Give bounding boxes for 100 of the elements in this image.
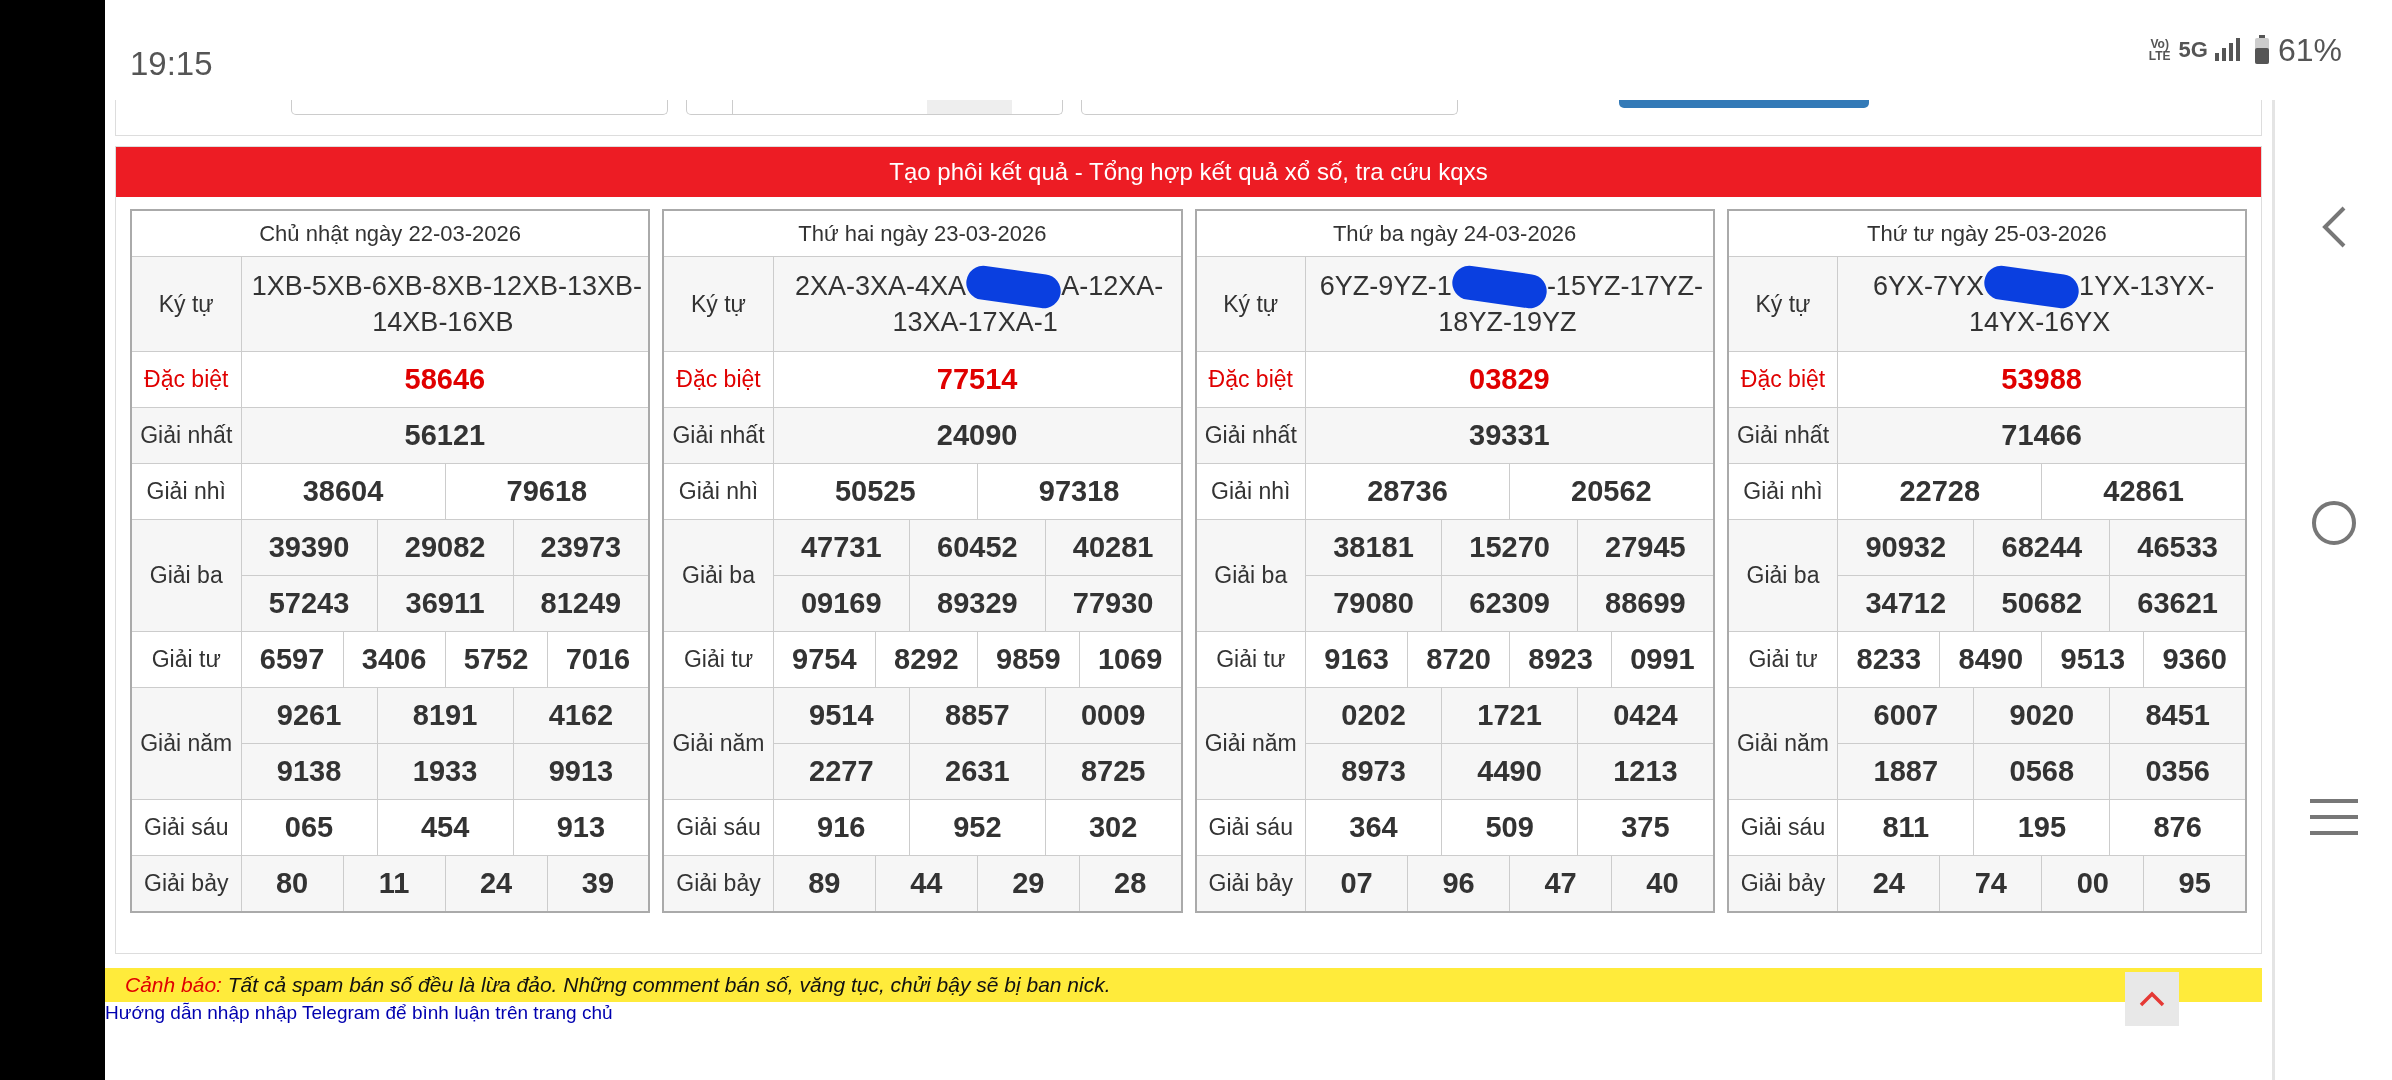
result-number: 60452 — [909, 519, 1046, 576]
warning-notice: Cảnh báo: Tất cả spam bán số đều là lừa đảo. Những comment bán số, văng tục, chửi bậy sẽ bị ban nick. — [105, 968, 2262, 1002]
result-number: 6007 — [1837, 687, 1974, 744]
result-number: 0009 — [1045, 687, 1182, 744]
result-number: 364 — [1305, 799, 1442, 856]
result-number: 77930 — [1045, 575, 1182, 632]
prize-label: Đặc biệt — [131, 351, 241, 408]
prize-label: Giải nhất — [1195, 407, 1306, 464]
prize-label: Giải nhất — [663, 407, 774, 464]
result-number: 11 — [343, 855, 446, 912]
result-number: 8857 — [909, 687, 1046, 744]
result-number: 47731 — [773, 519, 910, 576]
row-label: Ký tự — [1727, 256, 1838, 352]
prize-label: Đặc biệt — [1195, 351, 1306, 408]
result-number: 23973 — [513, 519, 650, 576]
result-number: 0568 — [1973, 743, 2110, 800]
result-number: 9163 — [1305, 631, 1408, 688]
result-number: 07 — [1305, 855, 1408, 912]
result-number: 15270 — [1441, 519, 1578, 576]
result-number: 68244 — [1973, 519, 2110, 576]
input-field[interactable] — [291, 100, 668, 115]
result-number: 63621 — [2109, 575, 2246, 632]
result-number: 8490 — [1939, 631, 2042, 688]
result-number: 28736 — [1305, 463, 1510, 520]
result-number: 79080 — [1305, 575, 1442, 632]
result-number: 4490 — [1441, 743, 1578, 800]
result-number: 38181 — [1305, 519, 1442, 576]
prize-label: Giải sáu — [1195, 799, 1306, 856]
result-number: 2631 — [909, 743, 1046, 800]
prize-label: Giải bảy — [131, 855, 241, 912]
prize-label: Giải năm — [663, 687, 774, 800]
result-number: 8973 — [1305, 743, 1442, 800]
prize-label: Giải nhất — [1727, 407, 1838, 464]
result-number: 22728 — [1837, 463, 2042, 520]
result-number: 509 — [1441, 799, 1578, 856]
result-number: 916 — [773, 799, 910, 856]
result-number: 96 — [1407, 855, 1510, 912]
prize-label: Giải ba — [1727, 519, 1838, 632]
result-number: 8233 — [1837, 631, 1940, 688]
result-number: 6597 — [241, 631, 344, 688]
result-number: 8720 — [1407, 631, 1510, 688]
result-number: 24090 — [773, 407, 1182, 464]
result-number: 46533 — [2109, 519, 2246, 576]
result-number: 065 — [241, 799, 378, 856]
result-number: 28 — [1079, 855, 1182, 912]
menu-icon[interactable] — [2309, 797, 2358, 837]
help-link[interactable]: Hướng dẫn nhập nhập Telegram để bình luận trên trang chủ — [105, 1002, 613, 1024]
result-number: 811 — [1837, 799, 1974, 856]
result-number: 0356 — [2109, 743, 2246, 800]
prize-label: Đặc biệt — [663, 351, 774, 408]
result-number: 4162 — [513, 687, 650, 744]
prize-label: Giải ba — [131, 519, 241, 632]
row-label: Ký tự — [663, 256, 774, 352]
series-codes: 1XB-5XB-6XB-8XB-12XB-13XB-14XB-16XB — [250, 271, 642, 337]
prize-label: Giải tư — [663, 631, 774, 688]
prize-label: Đặc biệt — [1727, 351, 1838, 408]
caret-icon — [2139, 991, 2165, 1007]
signal-icon — [2213, 37, 2240, 63]
result-number: 195 — [1973, 799, 2110, 856]
result-number: 0424 — [1577, 687, 1714, 744]
result-number: 9913 — [513, 743, 650, 800]
date-header: Chủ nhật ngày 22-03-2026 — [131, 210, 650, 257]
prize-label: Giải năm — [1195, 687, 1306, 800]
scroll-top-button[interactable] — [2125, 972, 2179, 1026]
result-number: 38604 — [241, 463, 446, 520]
result-number: 36911 — [377, 575, 514, 632]
result-number: 88699 — [1577, 575, 1714, 632]
result-number: 8292 — [875, 631, 978, 688]
result-number: 50525 — [773, 463, 978, 520]
result-number: 56121 — [241, 407, 650, 464]
prize-label: Giải ba — [1195, 519, 1306, 632]
result-number: 89329 — [909, 575, 1046, 632]
result-number: 95 — [2143, 855, 2246, 912]
result-number: 24 — [445, 855, 548, 912]
result-number: 0202 — [1305, 687, 1442, 744]
input-field[interactable] — [1081, 100, 1458, 115]
result-number: 8923 — [1509, 631, 1612, 688]
result-number: 00 — [2041, 855, 2144, 912]
prize-label: Giải tư — [1727, 631, 1838, 688]
network-type: 5G — [2178, 37, 2208, 63]
select-field[interactable] — [686, 100, 1063, 115]
result-number: 90932 — [1837, 519, 1974, 576]
prize-label: Giải ba — [663, 519, 774, 632]
result-number: 1213 — [1577, 743, 1714, 800]
result-number: 39331 — [1305, 407, 1714, 464]
prize-label: Giải nhì — [1727, 463, 1838, 520]
result-number: 50682 — [1973, 575, 2110, 632]
date-header: Thứ hai ngày 23-03-2026 — [663, 210, 1182, 257]
result-number: 9754 — [773, 631, 876, 688]
home-icon[interactable] — [2309, 499, 2358, 547]
prize-label: Giải nhì — [663, 463, 774, 520]
result-number: 1887 — [1837, 743, 1974, 800]
result-number: 8191 — [377, 687, 514, 744]
prize-label: Giải tư — [131, 631, 241, 688]
battery-level: 61% — [2277, 31, 2342, 69]
result-number: 9514 — [773, 687, 910, 744]
result-number: 9859 — [977, 631, 1080, 688]
prize-label: Giải nhất — [131, 407, 241, 464]
prize-label: Giải năm — [131, 687, 241, 800]
result-number: 3406 — [343, 631, 446, 688]
